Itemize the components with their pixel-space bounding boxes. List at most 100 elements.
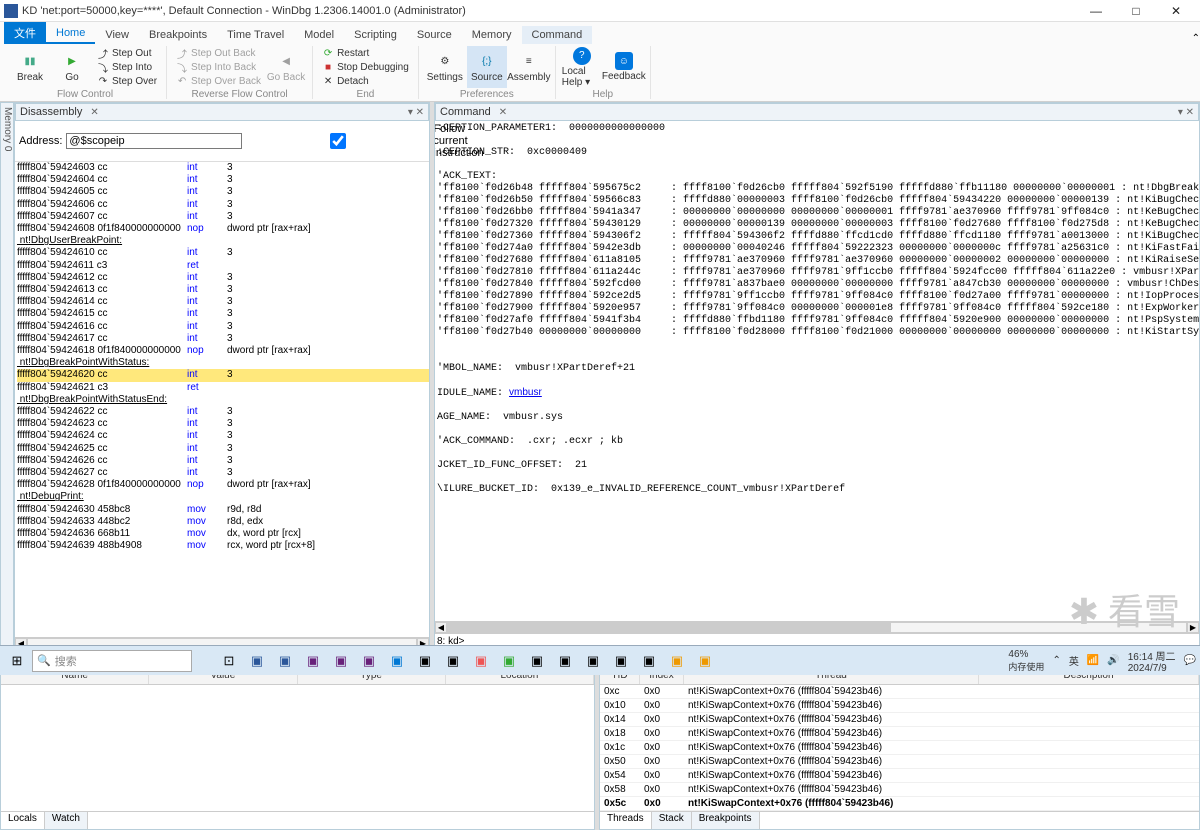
tab-locals[interactable]: Locals (1, 812, 45, 829)
tab-command[interactable]: Command (522, 26, 593, 44)
taskbar-app-12[interactable]: ▣ (552, 649, 578, 673)
tray-clock[interactable]: 16:14 周二2024/7/9 (1128, 648, 1176, 674)
tray-notifications-icon[interactable]: 💬 (1184, 655, 1196, 666)
disasm-row[interactable]: fffff804`59424639 488b4908movrcx, word p… (17, 540, 429, 552)
disassembly-close-icon[interactable]: ✕ (90, 107, 98, 118)
thread-row[interactable]: 0x5c0x0nt!KiSwapContext+0x76 (fffff804`5… (600, 797, 1199, 811)
disasm-row[interactable]: fffff804`59424611 c3ret (17, 260, 429, 272)
thread-row[interactable]: 0x540x0nt!KiSwapContext+0x76 (fffff804`5… (600, 769, 1199, 783)
taskbar-app-16[interactable]: ▣ (664, 649, 690, 673)
disasm-row[interactable]: fffff804`59424610 ccint3 (17, 247, 429, 259)
disasm-row[interactable]: fffff804`59424604 ccint3 (17, 174, 429, 186)
memory-side-tab[interactable]: Memory 0 (0, 102, 14, 650)
command-output[interactable]: :CEPTION_PARAMETER1: 0000000000000000 :C… (435, 121, 1199, 621)
disasm-row[interactable]: fffff804`59424613 ccint3 (17, 284, 429, 296)
thread-row[interactable]: 0x140x0nt!KiSwapContext+0x76 (fffff804`5… (600, 713, 1199, 727)
thread-row[interactable]: 0x580x0nt!KiSwapContext+0x76 (fffff804`5… (600, 783, 1199, 797)
disasm-row[interactable]: fffff804`59424633 448bc2movr8d, edx (17, 516, 429, 528)
tab-stack[interactable]: Stack (652, 812, 692, 829)
taskbar-app-11[interactable]: ▣ (524, 649, 550, 673)
disasm-row[interactable]: nt!DebugPrint: (17, 491, 429, 503)
step-into-back-button[interactable]: ⤵Step Into Back (173, 60, 264, 74)
disasm-row[interactable]: fffff804`59424614 ccint3 (17, 296, 429, 308)
feedback-button[interactable]: ☺Feedback (604, 46, 644, 88)
tab-scripting[interactable]: Scripting (344, 26, 407, 44)
disasm-row[interactable]: fffff804`59424603 ccint3 (17, 162, 429, 174)
follow-checkbox-input[interactable] (250, 133, 426, 149)
command-close-tab-icon[interactable]: ✕ (499, 107, 507, 118)
taskbar-app-10[interactable]: ▣ (496, 649, 522, 673)
disassembly-pin-icon[interactable]: ▾ ✕ (408, 107, 424, 118)
start-button[interactable]: ⊞ (4, 649, 30, 673)
disasm-row[interactable]: fffff804`59424636 668b11movdx, word ptr … (17, 528, 429, 540)
disasm-row[interactable]: fffff804`59424612 ccint3 (17, 272, 429, 284)
minimize-button[interactable]: — (1076, 1, 1116, 21)
step-over-button[interactable]: ↷Step Over (94, 74, 160, 88)
detach-button[interactable]: ✕Detach (319, 74, 412, 88)
tray-up-icon[interactable]: ⌃ (1052, 655, 1060, 666)
disasm-row[interactable]: nt!DbgBreakPointWithStatus: (17, 357, 429, 369)
disasm-row[interactable]: fffff804`59424606 ccint3 (17, 199, 429, 211)
step-out-back-button[interactable]: ⤴Step Out Back (173, 46, 264, 60)
step-into-button[interactable]: ⤵Step Into (94, 60, 160, 74)
break-button[interactable]: ▮▮Break (10, 46, 50, 88)
disasm-row[interactable]: fffff804`59424607 ccint3 (17, 211, 429, 223)
disasm-row[interactable]: fffff804`59424630 458bc8movr9d, r8d (17, 504, 429, 516)
step-over-back-button[interactable]: ↶Step Over Back (173, 74, 264, 88)
disasm-row[interactable]: fffff804`59424627 ccint3 (17, 467, 429, 479)
thread-row[interactable]: 0x100x0nt!KiSwapContext+0x76 (fffff804`5… (600, 699, 1199, 713)
tab-file[interactable]: 文件 (4, 22, 46, 44)
command-hscroll[interactable]: ◀▶ (435, 621, 1199, 633)
taskbar-app-15[interactable]: ▣ (636, 649, 662, 673)
tab-breakpoints[interactable]: Breakpoints (139, 26, 217, 44)
go-button[interactable]: ▶Go (52, 46, 92, 88)
taskbar-search[interactable]: 🔍搜索 (32, 650, 192, 672)
taskbar-app-9[interactable]: ▣ (468, 649, 494, 673)
disassembly-listing[interactable]: fffff804`59424603 ccint3fffff804`5942460… (15, 162, 429, 637)
threads-body[interactable]: 0xc0x0nt!KiSwapContext+0x76 (fffff804`59… (600, 685, 1199, 811)
tray-volume-icon[interactable]: 🔊 (1107, 655, 1119, 666)
taskbar-app-5[interactable]: ▣ (356, 649, 382, 673)
tab-home[interactable]: Home (46, 24, 95, 44)
taskbar-app-13[interactable]: ▣ (580, 649, 606, 673)
maximize-button[interactable]: □ (1116, 1, 1156, 21)
tab-memory[interactable]: Memory (462, 26, 522, 44)
task-view-button[interactable]: ⊡ (216, 649, 242, 673)
disasm-row[interactable]: fffff804`59424621 c3ret (17, 382, 429, 394)
thread-row[interactable]: 0xc0x0nt!KiSwapContext+0x76 (fffff804`59… (600, 685, 1199, 699)
thread-row[interactable]: 0x1c0x0nt!KiSwapContext+0x76 (fffff804`5… (600, 741, 1199, 755)
taskbar-app-4[interactable]: ▣ (328, 649, 354, 673)
disasm-row[interactable]: fffff804`59424628 0f1f840000000000nopdwo… (17, 479, 429, 491)
taskbar-app-14[interactable]: ▣ (608, 649, 634, 673)
disasm-row[interactable]: fffff804`59424623 ccint3 (17, 418, 429, 430)
command-pin-icon[interactable]: ▾ ✕ (1178, 107, 1194, 118)
step-out-button[interactable]: ⤴Step Out (94, 46, 160, 60)
disasm-row[interactable]: fffff804`59424624 ccint3 (17, 430, 429, 442)
assembly-button[interactable]: ≡Assembly (509, 46, 549, 88)
disasm-row[interactable]: fffff804`59424620 ccint3 (17, 369, 429, 381)
module-link[interactable]: vmbusr (509, 387, 542, 398)
go-back-button[interactable]: ◀Go Back (266, 46, 306, 88)
tab-watch[interactable]: Watch (45, 812, 88, 829)
taskbar-app-1[interactable]: ▣ (244, 649, 270, 673)
thread-row[interactable]: 0x500x0nt!KiSwapContext+0x76 (fffff804`5… (600, 755, 1199, 769)
ribbon-collapse-button[interactable]: ⌃ (1192, 33, 1200, 44)
tab-view[interactable]: View (95, 26, 139, 44)
disasm-row[interactable]: fffff804`59424608 0f1f840000000000nopdwo… (17, 223, 429, 235)
restart-button[interactable]: ⟳Restart (319, 46, 412, 60)
taskbar-app-3[interactable]: ▣ (300, 649, 326, 673)
taskbar-app-8[interactable]: ▣ (440, 649, 466, 673)
thread-row[interactable]: 0x180x0nt!KiSwapContext+0x76 (fffff804`5… (600, 727, 1199, 741)
address-input[interactable] (66, 133, 242, 149)
disasm-row[interactable]: nt!DbgUserBreakPoint: (17, 235, 429, 247)
tab-model[interactable]: Model (294, 26, 344, 44)
tab-breakpoints[interactable]: Breakpoints (692, 812, 760, 829)
disasm-row[interactable]: fffff804`59424625 ccint3 (17, 443, 429, 455)
taskbar-app-6[interactable]: ▣ (384, 649, 410, 673)
taskbar-app-7[interactable]: ▣ (412, 649, 438, 673)
close-button[interactable]: ✕ (1156, 1, 1196, 21)
tray-battery[interactable]: 46%内存使用 (1008, 649, 1044, 673)
source-button[interactable]: {;}Source (467, 46, 507, 88)
disasm-row[interactable]: fffff804`59424622 ccint3 (17, 406, 429, 418)
taskbar-app-2[interactable]: ▣ (272, 649, 298, 673)
